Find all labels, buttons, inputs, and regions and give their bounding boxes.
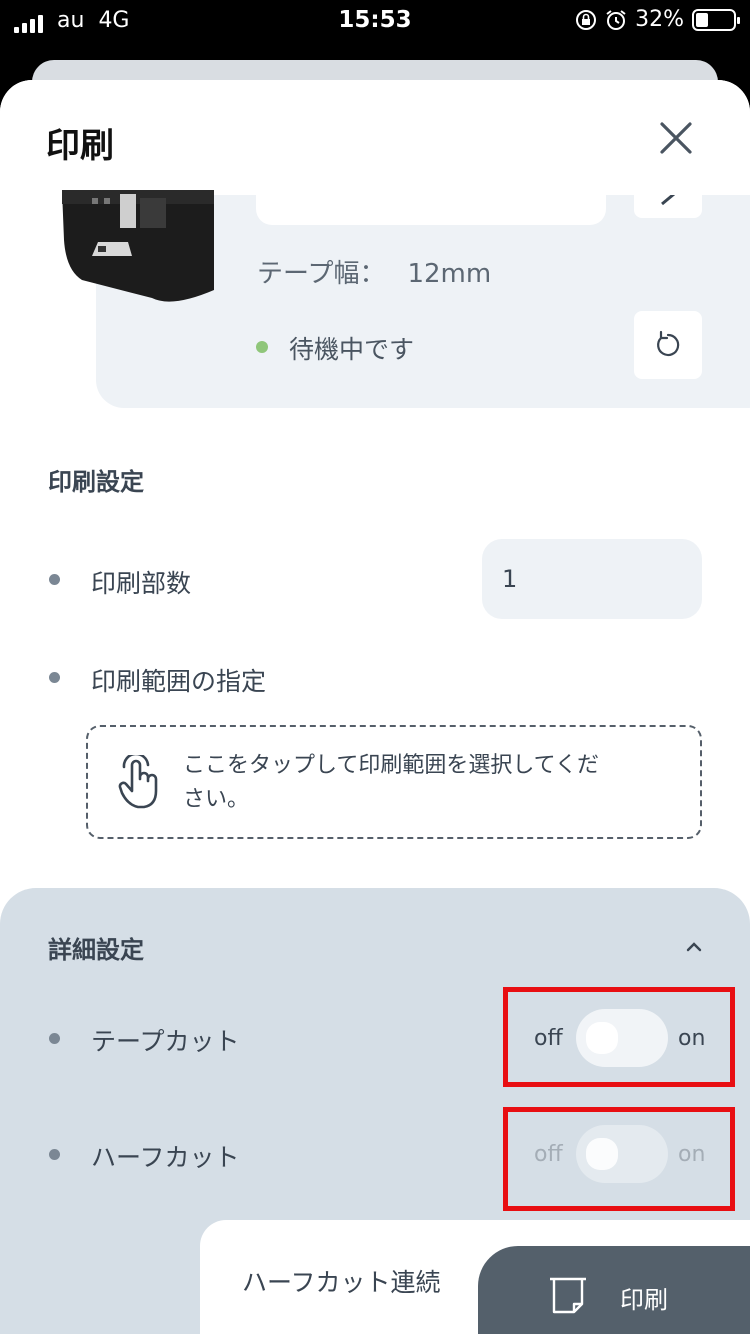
copies-label: 印刷部数: [91, 569, 192, 598]
print-range-selector[interactable]: ここをタップして印刷範囲を選択してください。: [86, 725, 702, 839]
bullet: [49, 1033, 60, 1044]
printer-status-text: 待機中です: [289, 335, 415, 364]
status-indicator-dot: [256, 341, 268, 353]
alarm-icon: [606, 9, 626, 30]
tape-cut-label: テープカット: [91, 1027, 240, 1056]
page-title: 印刷: [46, 126, 114, 166]
sheet-header: 印刷: [0, 80, 750, 195]
tape-width-value: 12mm: [407, 259, 492, 289]
print-icon: [550, 1277, 586, 1314]
print-settings-title: 印刷設定: [48, 468, 144, 496]
chevron-up-icon[interactable]: [682, 938, 706, 954]
half-cut-continuous-label[interactable]: ハーフカット連続: [242, 1263, 441, 1299]
print-range-hint: ここをタップして印刷範囲を選択してください。: [183, 753, 600, 812]
advanced-settings-title: 詳細設定: [48, 936, 144, 964]
printer-image: [62, 190, 214, 302]
print-range-label: 印刷範囲の指定: [91, 667, 267, 696]
print-button-label: 印刷: [620, 1286, 668, 1314]
tape-width-label: テープ幅：: [257, 259, 386, 289]
refresh-button[interactable]: [634, 311, 702, 379]
status-bar: au 4G 15:53 32%: [0, 0, 750, 40]
bullet: [49, 574, 60, 585]
battery-percent: 32%: [635, 7, 684, 32]
battery-icon: [692, 8, 740, 31]
close-button[interactable]: [652, 114, 700, 162]
bullet: [49, 1149, 60, 1160]
highlight-box-half-cut: [503, 1107, 735, 1211]
tap-hand-icon: [118, 755, 158, 809]
print-button[interactable]: 印刷: [478, 1246, 750, 1334]
close-icon: [660, 122, 692, 154]
bullet: [49, 672, 60, 683]
refresh-icon: [657, 330, 680, 357]
copies-input[interactable]: 1: [482, 539, 702, 619]
half-cut-label: ハーフカット: [91, 1143, 240, 1172]
print-sheet: テープ幅： 12mm 待機中です 印刷 印刷設定 印刷部数 1 印刷範囲の指定 こ…: [0, 80, 750, 1334]
tape-width: テープ幅： 12mm: [257, 253, 491, 290]
highlight-box-tape-cut: [503, 987, 735, 1087]
orientation-lock-icon: [576, 9, 597, 30]
